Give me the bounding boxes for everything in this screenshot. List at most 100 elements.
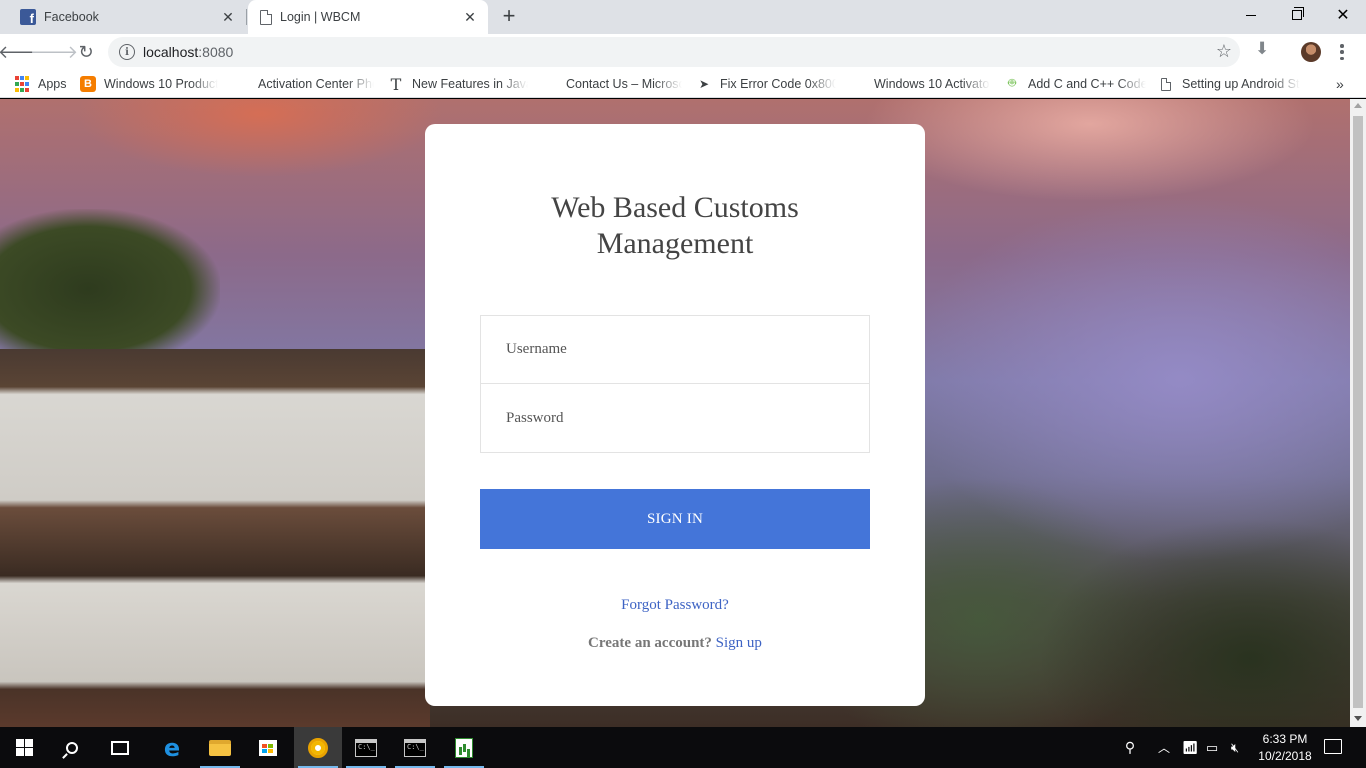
- blogger-icon: B: [80, 76, 96, 92]
- restore-icon: [1292, 7, 1304, 20]
- password-field[interactable]: Password: [480, 384, 870, 453]
- login-card: Web Based Customs Management Username Pa…: [425, 124, 925, 706]
- scrollbar-thumb[interactable]: [1353, 116, 1363, 708]
- taskbar-store[interactable]: [244, 727, 292, 768]
- task-view-button[interactable]: [96, 727, 144, 768]
- url-text[interactable]: localhost:8080: [143, 44, 233, 60]
- more-bookmarks-chevron-icon[interactable]: »: [1336, 75, 1350, 93]
- forgot-password-link[interactable]: Forgot Password?: [425, 597, 925, 614]
- background-trees: [0, 209, 220, 369]
- taskbar-cmd-1[interactable]: C:\_: [342, 727, 390, 768]
- taskbar-chrome[interactable]: [294, 727, 342, 768]
- search-button[interactable]: [48, 727, 96, 768]
- profile-avatar[interactable]: [1301, 42, 1321, 62]
- show-hidden-icons-chevron-icon[interactable]: ︿: [1154, 727, 1174, 768]
- chart-app-icon: [455, 737, 473, 758]
- restore-button[interactable]: [1274, 0, 1320, 30]
- clock-time: 6:33 PM: [1262, 732, 1308, 746]
- page-icon: [1158, 76, 1174, 92]
- microsoft-icon: [234, 76, 250, 92]
- bookmark-label: Fix Error Code 0x800: [720, 77, 836, 91]
- bookmark-add-c-cpp-code[interactable]: 🤖︎ Add C and C++ Code: [1004, 75, 1146, 93]
- tab-separator: [246, 9, 247, 25]
- command-prompt-icon: C:\_: [355, 738, 377, 757]
- facebook-icon: f: [20, 9, 36, 25]
- edge-icon: e: [163, 733, 181, 762]
- bookmark-setting-up-android[interactable]: Setting up Android St: [1158, 75, 1300, 93]
- windows-logo-icon: [15, 739, 33, 756]
- url-host: localhost: [143, 44, 199, 60]
- volume-muted-icon[interactable]: 🔇︎: [1224, 727, 1246, 768]
- clock-date: 10/2/2018: [1258, 749, 1312, 763]
- address-bar[interactable]: i localhost:8080 ☆: [108, 37, 1240, 67]
- bookmark-windows-10-product[interactable]: B Windows 10 Product: [80, 75, 218, 93]
- tab-close-icon[interactable]: ✕: [216, 5, 240, 29]
- apps-grid-icon: [14, 76, 30, 92]
- windows-taskbar: e C:\_ C:\_ ⚲ ︿ 📶︎ ▭ 🔇︎ 6:33 PM 10/2/201…: [0, 727, 1366, 768]
- sign-up-link[interactable]: Sign up: [716, 635, 762, 651]
- taskbar-cmd-2[interactable]: C:\_: [391, 727, 439, 768]
- bookmark-label: Add C and C++ Code: [1028, 77, 1146, 91]
- bookmark-contact-us-microsoft[interactable]: Contact Us – Microso: [542, 75, 682, 93]
- page-title: Web Based Customs Management: [551, 191, 799, 260]
- store-icon: [259, 739, 277, 756]
- t-serif-icon: T: [390, 75, 402, 93]
- create-account-prompt: Create an account?: [588, 635, 712, 651]
- new-tab-button[interactable]: +: [497, 5, 521, 29]
- folder-icon: [209, 739, 231, 756]
- taskbar-file-explorer[interactable]: [196, 727, 244, 768]
- bookmark-new-features-java[interactable]: T New Features in Java: [388, 75, 528, 93]
- chrome-icon: [308, 737, 328, 758]
- tab-title: Facebook: [44, 10, 99, 24]
- site-info-icon[interactable]: i: [119, 44, 135, 60]
- bookmark-label: Windows 10 Product: [104, 77, 218, 91]
- people-icon[interactable]: ⚲: [1118, 727, 1142, 768]
- tab-title: Login | WBCM: [280, 10, 361, 24]
- task-view-icon: [111, 740, 129, 755]
- tab-facebook[interactable]: f Facebook ✕: [8, 0, 246, 34]
- close-window-button[interactable]: ✕: [1320, 0, 1366, 30]
- cursor-icon: ➤: [698, 77, 710, 91]
- tab-login-wbcm[interactable]: Login | WBCM ✕: [248, 0, 488, 34]
- bookmark-activation-center[interactable]: Activation Center Pho: [234, 75, 374, 93]
- system-clock[interactable]: 6:33 PM 10/2/2018: [1252, 731, 1318, 765]
- tab-strip: f Facebook ✕ Login | WBCM ✕ + ✕: [0, 0, 1366, 34]
- create-account-row: Create an account? Sign up: [425, 635, 925, 652]
- background-houses: [0, 349, 430, 727]
- scroll-up-arrow-icon[interactable]: [1354, 103, 1362, 108]
- android-icon: 🤖︎: [1008, 75, 1016, 90]
- browser-toolbar: 🡐 🡒 ↻ i localhost:8080 ☆ ⬇: [0, 34, 1366, 70]
- sign-in-button[interactable]: SIGN IN: [480, 489, 870, 549]
- reload-button[interactable]: ↻: [72, 38, 100, 66]
- bookmark-fix-error-code[interactable]: ➤ Fix Error Code 0x800: [696, 75, 836, 93]
- url-port: :8080: [198, 44, 234, 60]
- bookmark-windows-10-activator[interactable]: Windows 10 Activato: [850, 75, 990, 93]
- taskbar-app-chart[interactable]: [440, 727, 488, 768]
- scroll-down-arrow-icon[interactable]: [1354, 716, 1362, 721]
- bookmarks-bar: Apps B Windows 10 Product Activation Cen…: [0, 70, 1366, 98]
- action-center-icon[interactable]: [1324, 739, 1342, 754]
- search-icon: [66, 741, 78, 754]
- bookmark-apps[interactable]: Apps: [14, 75, 74, 93]
- taskbar-edge[interactable]: e: [148, 727, 196, 768]
- minimize-button[interactable]: [1228, 0, 1274, 30]
- bookmark-label: Activation Center Pho: [258, 77, 374, 91]
- start-button[interactable]: [0, 727, 48, 768]
- tab-close-icon[interactable]: ✕: [458, 5, 482, 29]
- network-icon[interactable]: 📶︎: [1180, 727, 1200, 768]
- forward-button[interactable]: 🡒: [30, 38, 78, 66]
- bookmark-label: Contact Us – Microso: [566, 77, 682, 91]
- bookmark-label: Windows 10 Activato: [874, 77, 990, 91]
- bookmark-label: Setting up Android St: [1182, 77, 1300, 91]
- download-icon[interactable]: ⬇: [1255, 39, 1269, 59]
- microsoft-icon: [542, 76, 558, 92]
- battery-icon[interactable]: ▭: [1202, 727, 1222, 768]
- minimize-icon: [1246, 14, 1256, 16]
- bookmark-label: New Features in Java: [412, 77, 528, 91]
- bookmark-star-icon[interactable]: ☆: [1216, 41, 1232, 62]
- page-icon: [260, 9, 272, 25]
- username-field[interactable]: Username: [480, 315, 870, 384]
- command-prompt-icon: C:\_: [404, 738, 426, 757]
- bookmark-label: Apps: [38, 77, 67, 91]
- browser-menu-icon[interactable]: [1336, 42, 1348, 62]
